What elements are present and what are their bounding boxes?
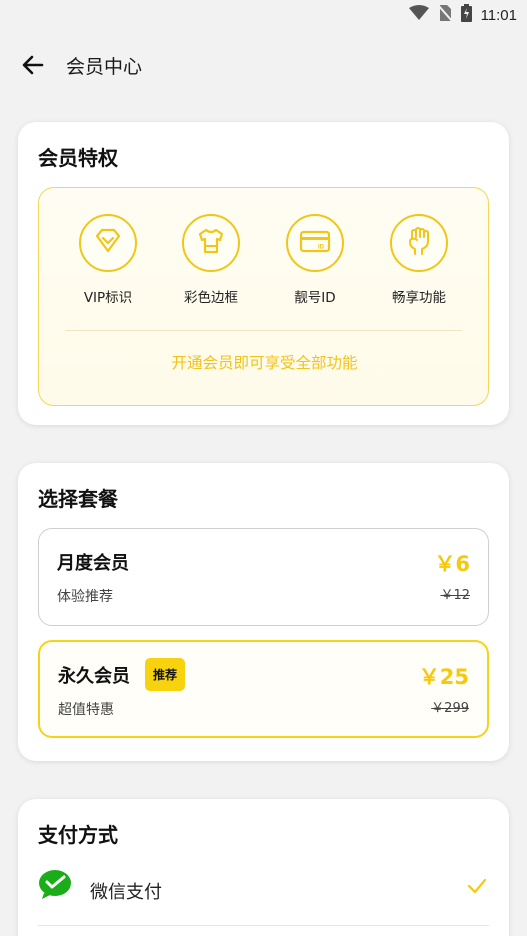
privileges-note: 开通会员即可享受全部功能 (171, 354, 358, 372)
fist-icon (405, 226, 433, 260)
privilege-icon-circle: ID (286, 214, 344, 272)
plans-card: 选择套餐 月度会员 体验推荐 ￥6 ￥12 永久会员 推荐 超值特惠 ￥25 ￥… (18, 463, 509, 761)
privileges-card: 会员特权 VIP标识 彩色边框 ID 靓号ID 畅享功能 开通会员即可享受全部功… (18, 122, 509, 425)
privilege-label: 彩色边框 (184, 290, 238, 306)
plan-option-lifetime[interactable]: 永久会员 推荐 超值特惠 ￥25 ￥299 (38, 640, 489, 738)
privilege-color-border[interactable]: 彩色边框 (166, 214, 256, 306)
privileges-box: VIP标识 彩色边框 ID 靓号ID 畅享功能 开通会员即可享受全部功能 (38, 187, 489, 406)
status-time: 11:01 (480, 6, 517, 24)
plan-price: ￥6 (434, 552, 470, 576)
header: 会员中心 (0, 44, 527, 88)
privilege-vip-badge[interactable]: VIP标识 (63, 214, 153, 306)
diamond-icon (93, 228, 123, 258)
id-card-icon: ID (299, 229, 331, 257)
arrow-left-icon (20, 55, 46, 82)
tshirt-icon (196, 227, 226, 259)
checkmark-icon (467, 878, 487, 898)
privilege-label: 畅享功能 (392, 290, 446, 306)
payment-title: 支付方式 (38, 823, 118, 847)
wifi-icon (408, 5, 429, 25)
plan-original-price: ￥299 (431, 701, 469, 716)
battery-charging-icon (460, 4, 472, 26)
privilege-label: 靓号ID (294, 290, 336, 306)
payment-divider (38, 925, 489, 926)
plan-price: ￥25 (418, 665, 469, 689)
page-title: 会员中心 (66, 56, 143, 78)
back-button[interactable] (20, 52, 46, 78)
status-icons: 11:01 (408, 4, 517, 26)
status-bar: 11:01 (0, 0, 527, 30)
recommend-badge: 推荐 (145, 658, 185, 691)
wechat-pay-icon (38, 869, 72, 903)
plan-description: 体验推荐 (57, 589, 113, 605)
svg-text:ID: ID (318, 245, 325, 251)
plans-title: 选择套餐 (38, 487, 118, 511)
privilege-pretty-id[interactable]: ID 靓号ID (270, 214, 360, 306)
privilege-full-access[interactable]: 畅享功能 (374, 214, 464, 306)
no-sim-icon (436, 4, 453, 26)
payment-option-wechat[interactable]: 微信支付 (38, 861, 489, 917)
payment-label: 微信支付 (90, 882, 162, 903)
privilege-icon-circle (390, 214, 448, 272)
plan-name: 月度会员 (57, 553, 129, 574)
plan-name: 永久会员 (58, 666, 130, 687)
privilege-label: VIP标识 (83, 290, 133, 306)
plan-option-monthly[interactable]: 月度会员 体验推荐 ￥6 ￥12 (38, 528, 489, 626)
privileges-title: 会员特权 (38, 146, 118, 170)
plan-original-price: ￥12 (440, 588, 470, 603)
privilege-icon-circle (182, 214, 240, 272)
payment-card: 支付方式 微信支付 (18, 799, 509, 936)
privilege-divider (65, 330, 462, 331)
privilege-icon-circle (79, 214, 137, 272)
plan-description: 超值特惠 (58, 702, 114, 718)
